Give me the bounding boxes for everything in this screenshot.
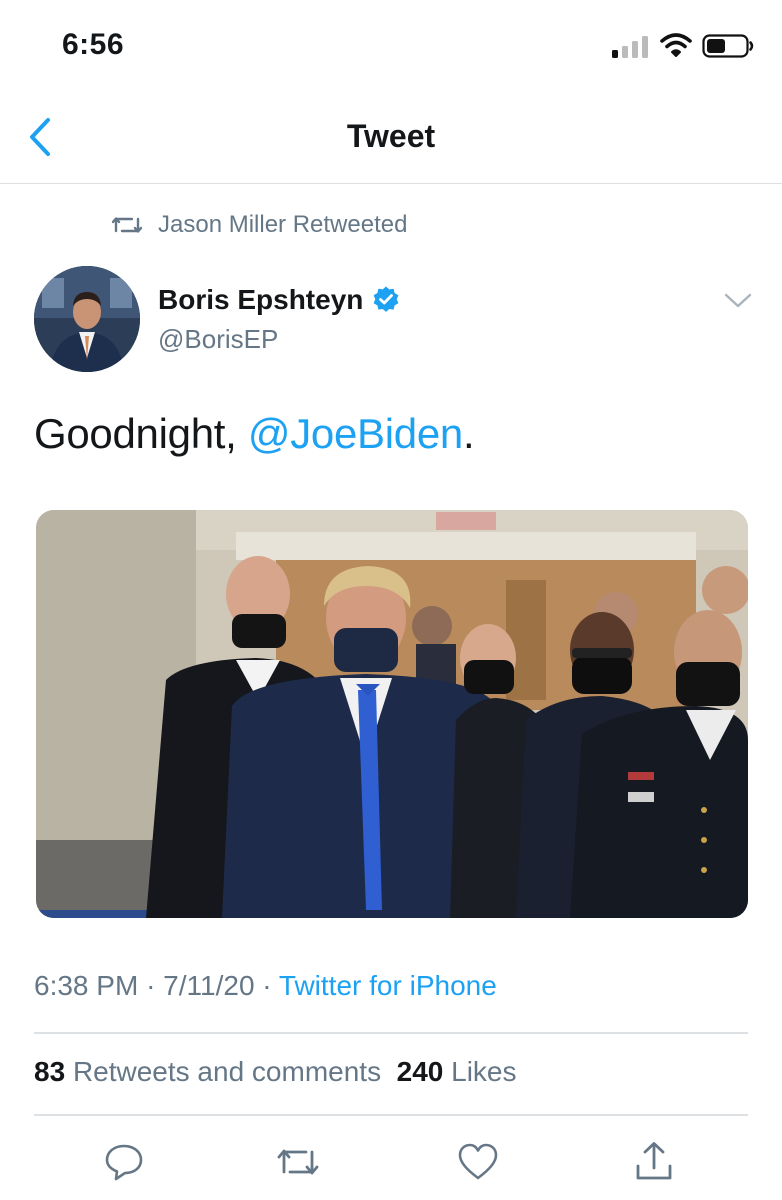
likes-stat[interactable]: 240 Likes: [397, 1056, 517, 1087]
tweet-actions: [0, 1134, 782, 1190]
retweeted-by-label: Jason Miller Retweeted: [158, 211, 408, 238]
tweet-text-end: .: [462, 410, 475, 457]
status-time: 6:56: [62, 28, 125, 61]
likes-count: 240: [396, 1056, 444, 1087]
tweet-text: Goodnight, @JoeBiden.: [34, 410, 475, 458]
status-bar: 6:56: [0, 0, 782, 92]
meta-separator: ·: [146, 970, 156, 1001]
page-title: Tweet: [346, 118, 436, 154]
like-icon[interactable]: [456, 1140, 500, 1184]
retweets-stat[interactable]: 83 Retweets and comments: [34, 1056, 381, 1087]
tweet-photo[interactable]: [36, 510, 748, 918]
likes-label: Likes: [451, 1056, 517, 1087]
retweeted-by-row[interactable]: Jason Miller Retweeted: [112, 208, 407, 242]
tweet-meta: 6:38 PM · 7/11/20 · Twitter for iPhone: [34, 970, 497, 1002]
author-name-row[interactable]: Boris Epshteyn: [158, 284, 401, 316]
mention-link[interactable]: @JoeBiden: [248, 410, 463, 457]
retweet-icon[interactable]: [276, 1140, 320, 1184]
tweet-date: 7/11/20: [163, 970, 255, 1001]
divider: [34, 1032, 748, 1034]
meta-separator: ·: [262, 970, 272, 1001]
retweets-label: Retweets and comments: [72, 1056, 382, 1087]
divider: [34, 1114, 748, 1116]
tweet-source-link[interactable]: Twitter for iPhone: [279, 970, 497, 1001]
cellular-signal-icon: [612, 36, 650, 58]
retweets-count: 83: [34, 1056, 66, 1087]
tweet-text-lead: Goodnight,: [34, 410, 248, 457]
avatar[interactable]: [34, 266, 140, 372]
verified-badge-icon: [373, 286, 399, 312]
battery-icon: [702, 34, 754, 58]
author-name[interactable]: Boris Epshteyn: [158, 284, 363, 316]
share-icon[interactable]: [632, 1140, 676, 1184]
wifi-icon: [660, 33, 692, 57]
retweet-small-icon: [112, 217, 142, 233]
navigation-bar: Tweet: [0, 92, 782, 184]
tweet-time: 6:38 PM: [34, 970, 139, 1001]
author-handle[interactable]: @BorisEP: [158, 324, 278, 355]
tweet-stats: 83 Retweets and comments 240 Likes: [34, 1056, 517, 1088]
chevron-down-icon[interactable]: [722, 290, 754, 312]
reply-icon[interactable]: [102, 1140, 146, 1184]
